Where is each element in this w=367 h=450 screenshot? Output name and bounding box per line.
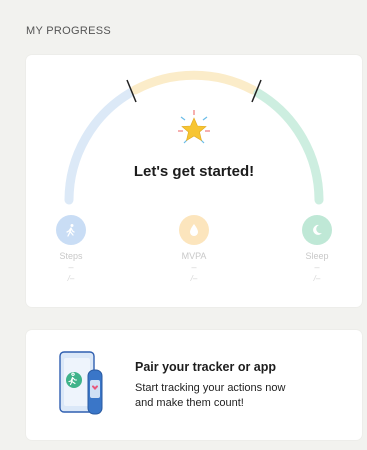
- section-title: MY PROGRESS: [26, 25, 112, 37]
- phone-and-band-icon: [59, 351, 103, 415]
- pair-subtitle: Start tracking your actions now and make…: [135, 381, 335, 411]
- progress-card[interactable]: Let's get started! Steps – /– MVPA – /– …: [26, 55, 362, 307]
- metric-goal: /–: [67, 274, 75, 283]
- pair-subtitle-line2: and make them count!: [135, 397, 244, 409]
- metric-label: Sleep: [305, 251, 329, 261]
- star-icon: [178, 110, 210, 144]
- metric-value: –: [314, 262, 320, 272]
- progress-headline: Let's get started!: [133, 163, 255, 180]
- moon-sleep-icon: [302, 215, 332, 245]
- metric-label: Steps: [59, 251, 83, 261]
- metric-goal: /–: [313, 274, 321, 283]
- metric-label: MVPA: [181, 251, 207, 261]
- metric-goal: /–: [190, 274, 198, 283]
- pair-subtitle-line1: Start tracking your actions now: [135, 382, 286, 394]
- activity-drop-icon: [179, 215, 209, 245]
- pair-title: Pair your tracker or app: [135, 360, 277, 374]
- steps-circle: [56, 215, 86, 245]
- metric-value: –: [68, 262, 74, 272]
- gauge-arc-sleep: [253, 88, 324, 205]
- sleep-circle: [302, 215, 332, 245]
- metric-steps[interactable]: Steps – /–: [36, 215, 106, 283]
- metric-mvpa[interactable]: MVPA – /–: [159, 215, 229, 283]
- metric-sleep[interactable]: Sleep – /–: [282, 215, 352, 283]
- walking-person-icon: [56, 215, 86, 245]
- pair-tracker-card[interactable]: Pair your tracker or app Start tracking …: [26, 330, 362, 440]
- gauge-arc-steps: [64, 88, 135, 205]
- gauge-arc-mvpa: [130, 70, 258, 95]
- metric-value: –: [191, 262, 197, 272]
- mvpa-circle: [179, 215, 209, 245]
